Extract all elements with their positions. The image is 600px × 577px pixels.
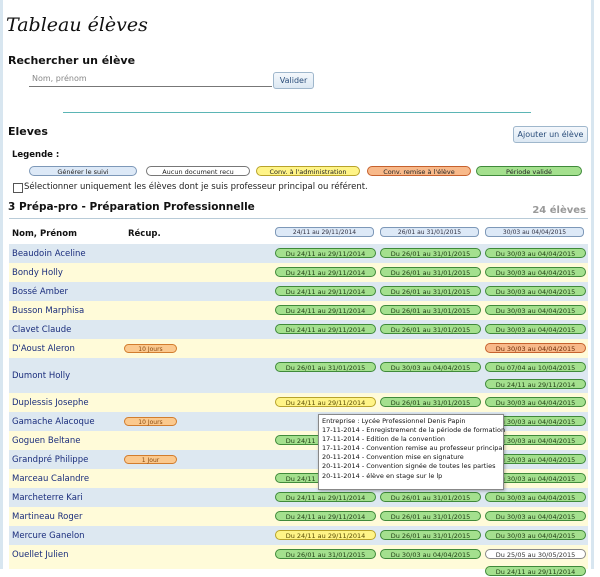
separator-line — [63, 112, 531, 113]
filter-checkbox[interactable] — [13, 183, 23, 193]
student-name-link[interactable]: Beaudoin Aceline — [12, 249, 86, 259]
period-badge[interactable]: Du 30/03 au 04/04/2015 — [485, 511, 586, 521]
group-title: 3 Prépa-pro - Préparation Professionnell… — [8, 201, 255, 213]
student-name-link[interactable]: Martineau Roger — [12, 512, 83, 522]
period-badge[interactable]: Du 07/04 au 10/04/2015 — [485, 362, 586, 372]
table-row: Bossé Amber Du 24/11 au 29/11/2014 Du 26/0… — [9, 282, 588, 301]
period-header-3[interactable]: 30/03 au 04/04/2015 — [485, 227, 584, 237]
col-name-header: Nom, Prénom — [12, 229, 77, 239]
period-badge[interactable]: Du 24/11 au 29/11/2014 — [275, 397, 376, 407]
table-header: Nom, Prénom Récup. 24/11 au 29/11/2014 2… — [9, 218, 588, 245]
filter-label: Sélectionner uniquement les élèves dont … — [24, 182, 368, 192]
period-badge[interactable]: Du 30/03 au 04/04/2015 — [485, 397, 586, 407]
table-row: Duplessis Josephe Du 24/11 au 29/11/2014 D… — [9, 393, 588, 412]
legend-item: Période validé — [476, 166, 582, 176]
period-badge[interactable]: Du 30/03 au 04/04/2015 — [485, 492, 586, 502]
student-name-link[interactable]: Clavet Claude — [12, 325, 71, 335]
period-badge[interactable]: Du 26/01 au 31/01/2015 — [275, 549, 376, 559]
legend-item: Générer le suivi — [29, 166, 137, 176]
recup-badge: 10 Jours — [124, 344, 177, 353]
tooltip-line: 20-11-2014 - Convention signée de toutes… — [322, 462, 496, 471]
table-row: Mercure Ganelon Du 24/11 au 29/11/2014 Du … — [9, 526, 588, 545]
tooltip-line: 17-11-2014 - Edition de la convention — [322, 435, 445, 444]
period-badge[interactable]: Du 24/11 au 29/11/2014 — [275, 267, 376, 277]
table-row: D'Aoust Aleron 10 Jours Du 30/03 au 04/04/… — [9, 339, 588, 358]
student-count: 24 élèves — [532, 205, 586, 216]
eleves-heading: Eleves — [8, 125, 48, 138]
table-row: Marcheterre Kari Du 24/11 au 29/11/2014 Du… — [9, 488, 588, 507]
period-badge[interactable]: Du 24/11 au 29/11/2014 — [275, 324, 376, 334]
legend-item: Conv. à l'administration — [256, 166, 360, 176]
period-header-2[interactable]: 26/01 au 31/01/2015 — [380, 227, 479, 237]
table-row: Busson Marphisa Du 24/11 au 29/11/2014 Du … — [9, 301, 588, 320]
student-name-link[interactable]: D'Aoust Aleron — [12, 344, 75, 354]
student-name-link[interactable]: Grandpré Philippe — [12, 455, 88, 465]
student-name-link[interactable]: Bossé Amber — [12, 287, 68, 297]
student-name-link[interactable]: Dumont Holly — [12, 371, 70, 381]
period-badge[interactable]: Du 24/11 au 29/11/2014 — [275, 530, 376, 540]
period-badge[interactable]: Du 24/11 au 29/11/2014 — [275, 492, 376, 502]
student-name-link[interactable]: Mercure Ganelon — [12, 531, 85, 541]
tooltip-line: 17-11-2014 - Convention remise au profes… — [322, 444, 505, 453]
table-row: Dumont Holly Du 26/01 au 31/01/2015 Du 30/… — [9, 358, 588, 393]
period-badge[interactable]: Du 26/01 au 31/01/2015 — [380, 397, 481, 407]
legend-heading: Legende : — [12, 150, 60, 160]
recup-badge: 10 Jours — [124, 417, 177, 426]
period-header-1[interactable]: 24/11 au 29/11/2014 — [275, 227, 374, 237]
period-badge[interactable]: Du 26/01 au 31/01/2015 — [380, 324, 481, 334]
period-badge[interactable]: Du 26/01 au 31/01/2015 — [380, 286, 481, 296]
legend-item: Aucun document recu — [146, 166, 250, 176]
student-name-link[interactable]: Duplessis Josephe — [12, 398, 89, 408]
search-heading: Rechercher un élève — [8, 54, 136, 67]
period-badge[interactable]: Du 26/01 au 31/01/2015 — [380, 305, 481, 315]
table-row: Ouellet Julien Du 26/01 au 31/01/2015 Du 3… — [9, 545, 588, 576]
period-badge[interactable]: Du 26/01 au 31/01/2015 — [380, 267, 481, 277]
tooltip-line: 20-11-2014 - Convention mise en signatur… — [322, 453, 464, 462]
period-badge[interactable]: Du 30/03 au 04/04/2015 — [485, 305, 586, 315]
period-badge[interactable]: Du 30/03 au 04/04/2015 — [380, 362, 481, 372]
period-badge[interactable]: Du 24/11 au 29/11/2014 — [485, 566, 586, 576]
period-badge[interactable]: Du 26/01 au 31/01/2015 — [380, 248, 481, 258]
period-tooltip: Entreprise : Lycée Professionnel Denis P… — [318, 414, 506, 490]
student-name-link[interactable]: Bondy Holly — [12, 268, 63, 278]
period-badge[interactable]: Du 24/11 au 29/11/2014 — [275, 248, 376, 258]
period-badge[interactable]: Du 26/01 au 31/01/2015 — [380, 511, 481, 521]
student-name-link[interactable]: Goguen Beltane — [12, 436, 80, 446]
student-name-link[interactable]: Busson Marphisa — [12, 306, 84, 316]
period-badge[interactable]: Du 24/11 au 29/11/2014 — [275, 286, 376, 296]
tooltip-line: 17-11-2014 - Enregistrement de la périod… — [322, 426, 506, 435]
tooltip-line: 20-11-2014 - élève en stage sur le lp — [322, 471, 443, 480]
tooltip-line: Entreprise : Lycée Professionnel Denis P… — [322, 417, 466, 425]
add-student-button[interactable]: Ajouter un élève — [513, 126, 588, 143]
period-badge[interactable]: Du 30/03 au 04/04/2015 — [485, 324, 586, 334]
table-row: Martineau Roger Du 24/11 au 29/11/2014 Du … — [9, 507, 588, 526]
table-row: Clavet Claude Du 24/11 au 29/11/2014 Du 26… — [9, 320, 588, 339]
student-name-link[interactable]: Ouellet Julien — [12, 550, 69, 560]
student-name-link[interactable]: Marcheterre Kari — [12, 493, 83, 503]
period-badge[interactable]: Du 26/01 au 31/01/2015 — [380, 530, 481, 540]
col-recup-header: Récup. — [128, 229, 161, 239]
validate-button[interactable]: Valider — [273, 72, 314, 89]
period-badge[interactable]: Du 30/03 au 04/04/2015 — [485, 248, 586, 258]
period-badge[interactable]: Du 24/11 au 29/11/2014 — [275, 511, 376, 521]
student-name-link[interactable]: Gamache Alacoque — [12, 417, 95, 427]
period-badge[interactable]: Du 30/03 au 04/04/2015 — [380, 549, 481, 559]
legend-item: Conv. remise à l'élève — [367, 166, 471, 176]
period-badge[interactable]: Du 30/03 au 04/04/2015 — [485, 267, 586, 277]
student-name-link[interactable]: Marceau Calandre — [12, 474, 89, 484]
search-input[interactable] — [29, 71, 272, 87]
period-badge[interactable]: Du 30/03 au 04/04/2015 — [485, 530, 586, 540]
period-badge[interactable]: Du 24/11 au 29/11/2014 — [485, 379, 586, 389]
table-row: Beaudoin Aceline Du 24/11 au 29/11/2014 Du… — [9, 244, 588, 263]
period-badge[interactable]: Du 30/03 au 04/04/2015 — [485, 343, 586, 353]
recup-badge: 1 Jour — [124, 455, 177, 464]
period-badge[interactable]: Du 24/11 au 29/11/2014 — [275, 305, 376, 315]
table-row: Bondy Holly Du 24/11 au 29/11/2014 Du 26/0… — [9, 263, 588, 282]
period-badge[interactable]: Du 30/03 au 04/04/2015 — [485, 286, 586, 296]
period-badge[interactable]: Du 26/01 au 31/01/2015 — [275, 362, 376, 372]
period-badge[interactable]: Du 26/01 au 31/01/2015 — [380, 492, 481, 502]
period-badge[interactable]: Du 25/05 au 30/05/2015 — [485, 549, 586, 559]
page-title: Tableau élèves — [6, 14, 148, 36]
